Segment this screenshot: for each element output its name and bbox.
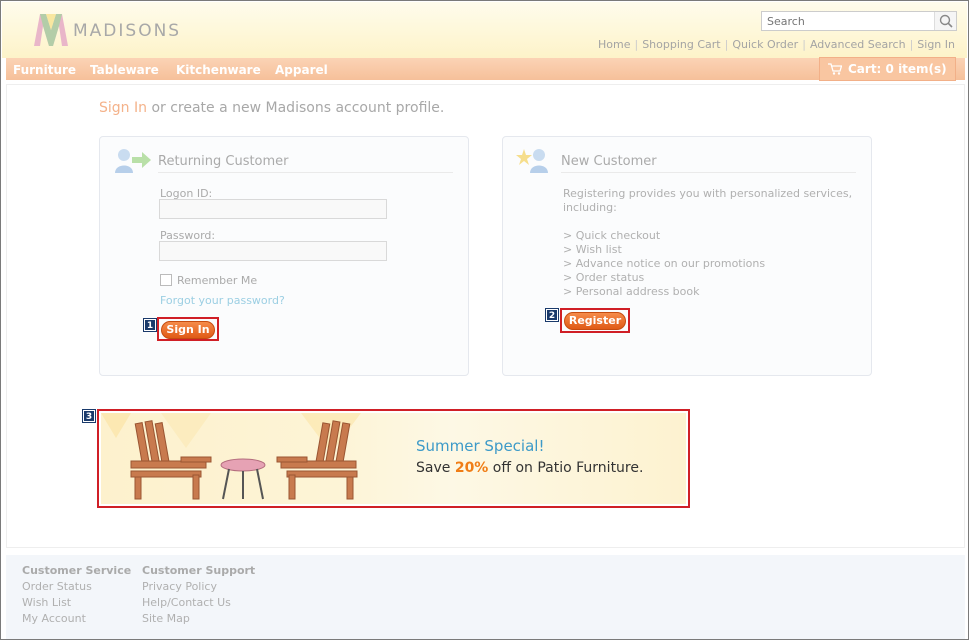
remember-me-checkbox[interactable] (160, 274, 172, 286)
search-button[interactable] (934, 12, 956, 30)
register-button[interactable]: Register (564, 312, 626, 330)
returning-customer-title: Returning Customer (158, 154, 289, 169)
madisons-logo-icon[interactable] (34, 14, 68, 46)
nav-quick-order-link[interactable]: Quick Order (732, 38, 798, 51)
annotation-marker-2: 2 (545, 308, 559, 322)
remember-me-label: Remember Me (177, 274, 258, 287)
benefit-item: > Advance notice on our promotions (563, 257, 766, 270)
logon-id-input[interactable] (159, 199, 387, 219)
category-tableware[interactable]: Tableware (90, 63, 159, 77)
benefit-item: > Personal address book (563, 285, 700, 298)
intro-sign-in-link[interactable]: Sign In (99, 100, 147, 116)
new-customer-panel: New Customer Registering provides you wi… (502, 136, 872, 376)
new-customer-description: Registering provides you with personaliz… (563, 187, 853, 200)
sign-in-button[interactable]: Sign In (161, 321, 215, 339)
banner-sub-after: off on Patio Furniture. (488, 460, 644, 476)
footer-privacy-policy-link[interactable]: Privacy Policy (142, 580, 217, 593)
banner-sub-before: Save (416, 460, 455, 476)
returning-user-icon (115, 149, 151, 173)
footer-help-contact-link[interactable]: Help/Contact Us (142, 596, 231, 609)
annotation-marker-1: 1 (143, 318, 157, 332)
patio-furniture-illustration (101, 413, 361, 500)
cart-label: Cart: 0 item(s) (848, 62, 947, 76)
title-divider (158, 172, 453, 173)
search-input[interactable] (762, 12, 935, 30)
footer: Customer Service Order Status Wish List … (6, 555, 965, 639)
header: MADISONS Home|Shopping Cart|Quick Order|… (2, 2, 967, 58)
utility-nav: Home | Shopping Cart | Quick Order | Advanced … (598, 38, 955, 51)
nav-advanced-search-link[interactable]: Advanced Search (810, 38, 906, 51)
register-highlight: Register (560, 308, 630, 333)
search-box (761, 11, 957, 31)
customer-support-heading: Customer Support (142, 564, 256, 577)
annotation-marker-3: 3 (82, 409, 96, 423)
forgot-password-link[interactable]: Forgot your password? (160, 294, 285, 307)
footer-site-map-link[interactable]: Site Map (142, 612, 190, 625)
cart-button[interactable]: Cart: 0 item(s) (819, 57, 956, 81)
benefit-item: > Order status (563, 271, 645, 284)
summer-special-banner-highlight: Summer Special! Save 20% off on Patio Fu… (97, 409, 690, 508)
category-apparel[interactable]: Apparel (275, 63, 328, 77)
returning-customer-panel: Returning Customer Logon ID: Password: R… (99, 136, 469, 376)
logo-text[interactable]: MADISONS (73, 21, 181, 41)
benefit-item: > Quick checkout (563, 229, 661, 242)
category-kitchenware[interactable]: Kitchenware (176, 63, 261, 77)
magnifier-icon (939, 14, 953, 28)
sign-in-highlight: Sign In (157, 317, 219, 341)
category-furniture[interactable]: Furniture (13, 63, 76, 77)
new-customer-title: New Customer (561, 154, 657, 169)
title-divider (561, 172, 856, 173)
banner-title: Summer Special! (416, 437, 545, 455)
intro-text: Sign In or create a new Madisons account… (99, 100, 444, 116)
nav-shopping-cart-link[interactable]: Shopping Cart (642, 38, 720, 51)
password-input[interactable] (159, 241, 387, 261)
intro-rest: or create a new Madisons account profile… (147, 100, 445, 116)
new-user-icon (516, 149, 548, 173)
browser-page: MADISONS Home|Shopping Cart|Quick Order|… (0, 0, 969, 640)
nav-sign-in-link[interactable]: Sign In (917, 38, 955, 51)
new-customer-description-2: including: (563, 201, 617, 214)
banner-subtitle: Save 20% off on Patio Furniture. (416, 460, 643, 476)
shopping-cart-icon (828, 63, 842, 75)
nav-home-link[interactable]: Home (598, 38, 630, 51)
footer-wish-list-link[interactable]: Wish List (22, 596, 71, 609)
customer-service-heading: Customer Service (22, 564, 132, 577)
benefit-item: > Wish list (563, 243, 622, 256)
footer-my-account-link[interactable]: My Account (22, 612, 86, 625)
banner-percent: 20% (454, 460, 489, 476)
footer-order-status-link[interactable]: Order Status (22, 580, 92, 593)
summer-special-banner[interactable]: Summer Special! Save 20% off on Patio Fu… (101, 413, 686, 504)
